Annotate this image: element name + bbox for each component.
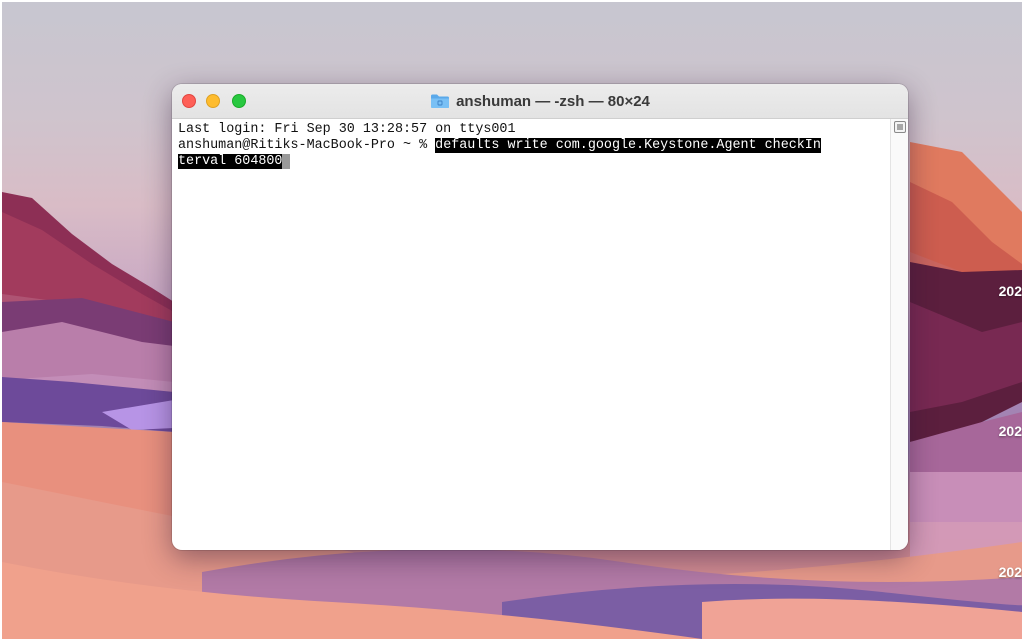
desktop-item-label[interactable]: 202 xyxy=(999,423,1022,439)
selected-command-continued[interactable]: terval 604800 xyxy=(178,154,283,169)
login-line: Last login: Fri Sep 30 13:28:57 on ttys0… xyxy=(178,122,516,137)
selected-command[interactable]: defaults write com.google.Keystone.Agent… xyxy=(435,138,821,153)
title-bar[interactable]: anshuman — -zsh — 80×24 xyxy=(172,84,908,119)
command-line: anshuman@Ritiks-MacBook-Pro ~ % defaults… xyxy=(178,138,890,154)
window-title-text: anshuman — -zsh — 80×24 xyxy=(456,92,650,110)
text-cursor xyxy=(282,154,291,169)
desktop-item-label[interactable]: 202 xyxy=(999,283,1022,299)
terminal-window[interactable]: anshuman — -zsh — 80×24 Last login: Fri … xyxy=(172,84,908,550)
desktop-item-label[interactable]: 202 xyxy=(999,564,1022,580)
desktop: 202 202 202 anshuman — -zsh — 80×24 Last… xyxy=(2,2,1022,639)
terminal-output[interactable]: Last login: Fri Sep 30 13:28:57 on ttys0… xyxy=(178,122,890,542)
window-title: anshuman — -zsh — 80×24 xyxy=(172,84,908,118)
menu-icon[interactable] xyxy=(894,121,906,133)
folder-icon xyxy=(431,94,450,108)
command-line-wrap: terval 604800 xyxy=(178,154,890,170)
shell-prompt: anshuman@Ritiks-MacBook-Pro ~ % xyxy=(178,138,436,153)
scrollbar[interactable] xyxy=(890,119,908,550)
